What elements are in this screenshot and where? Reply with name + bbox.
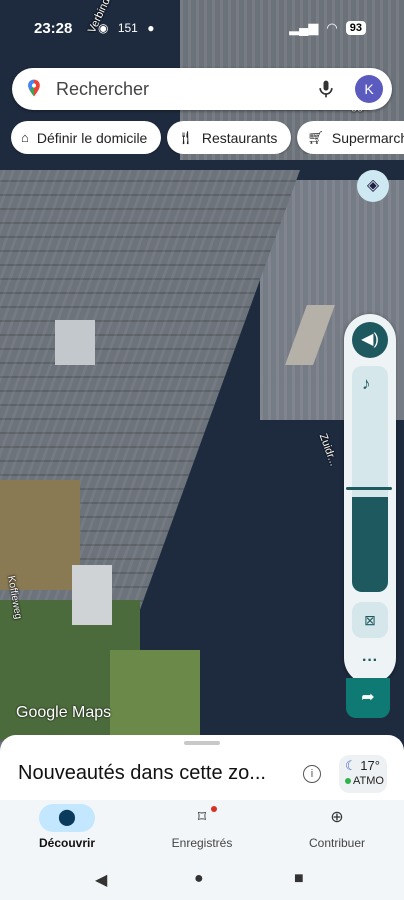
- temperature: 17°: [360, 758, 380, 773]
- category-chips: ⌂ Définir le domicile 🍴︎ Restaurants 🛒︎ …: [11, 121, 404, 154]
- layers-button[interactable]: ◈: [357, 170, 389, 202]
- volume-fill: [352, 497, 388, 592]
- bottom-sheet[interactable]: Nouveautés dans cette zo... i ☾ 17° ATMO: [0, 735, 404, 800]
- home-icon: ⌂: [21, 130, 29, 145]
- google-maps-logo: Google Maps: [16, 704, 112, 721]
- air-quality: ATMO: [345, 775, 384, 787]
- status-bar: 23:28 ◉ 151 ● ▂▄▆ ◠ 93: [0, 0, 404, 56]
- speaker-icon: ◀): [361, 331, 379, 348]
- messenger-icon: ◉: [98, 21, 109, 35]
- volume-slider[interactable]: ♪: [352, 366, 388, 592]
- music-note-icon: ♪: [362, 374, 371, 393]
- media-controls-panel: ◀) ♪ ⊠ ···: [344, 314, 396, 684]
- bookmark-icon: ⌑: [197, 809, 207, 826]
- cart-icon: 🛒︎: [307, 129, 324, 145]
- notification-dot: [211, 806, 217, 812]
- system-navigation-bar: ◀ ● ■: [0, 858, 404, 900]
- microphone-icon[interactable]: [316, 78, 336, 100]
- warehouse: [72, 565, 112, 625]
- google-maps-pin-icon: [28, 79, 40, 97]
- chip-label: Définir le domicile: [36, 129, 148, 146]
- back-icon[interactable]: ◀: [95, 870, 107, 890]
- weather-temp: ☾ 17°: [345, 758, 380, 774]
- map-label: Zuidr...: [316, 432, 340, 468]
- chip-label: Restaurants: [201, 129, 278, 146]
- signal-icon: ▂▄▆: [289, 20, 319, 35]
- nav-label: Découvrir: [38, 836, 96, 850]
- avatar[interactable]: K: [355, 75, 383, 103]
- status-right: ▂▄▆ ◠ 93: [289, 20, 366, 36]
- bottom-navigation: ⬤ Découvrir ⌑ Enregistrés ⊕ Contribuer: [0, 800, 404, 858]
- layers-icon: ◈: [366, 177, 380, 194]
- directions-button[interactable]: ➦: [346, 678, 390, 718]
- nav-label: Contribuer: [308, 836, 366, 850]
- search-bar[interactable]: Rechercher K: [12, 68, 392, 110]
- battery-indicator: 93: [345, 21, 366, 35]
- moon-icon: ☾: [345, 758, 357, 773]
- speaker-button[interactable]: ◀): [352, 322, 388, 358]
- more-options-button[interactable]: ···: [344, 652, 396, 670]
- air-quality-dot: [345, 778, 351, 784]
- recents-icon[interactable]: ■: [294, 870, 304, 888]
- nav-label: Enregistrés: [171, 836, 233, 850]
- chip-set-home[interactable]: ⌂ Définir le domicile: [11, 121, 162, 154]
- wifi-icon: ◠: [326, 20, 338, 35]
- app-icon: ●: [147, 21, 155, 35]
- status-time: 23:28: [34, 20, 73, 37]
- directions-icon: ➦: [361, 689, 375, 706]
- info-icon[interactable]: i: [303, 765, 321, 783]
- sheet-handle[interactable]: [184, 741, 220, 745]
- nav-discover[interactable]: ⬤ Découvrir: [2, 800, 132, 850]
- notification-count: 151: [117, 21, 138, 35]
- restaurant-icon: 🍴︎: [177, 129, 194, 145]
- sheet-title[interactable]: Nouveautés dans cette zo...: [18, 762, 266, 785]
- nav-saved[interactable]: ⌑ Enregistrés: [137, 800, 267, 850]
- search-input[interactable]: Rechercher: [56, 79, 149, 100]
- weather-widget[interactable]: ☾ 17° ATMO: [339, 755, 387, 793]
- chip-label: Supermarchés: [331, 129, 404, 146]
- captions-off-icon: ⊠: [364, 612, 376, 628]
- warehouse: [55, 320, 95, 365]
- plus-circle-icon: ⊕: [330, 809, 344, 826]
- captions-off-button[interactable]: ⊠: [352, 602, 388, 638]
- chip-supermarkets[interactable]: 🛒︎ Supermarchés: [297, 121, 404, 154]
- home-button-icon[interactable]: ●: [194, 870, 204, 888]
- air-quality-label: ATMO: [353, 775, 384, 787]
- nav-contribute[interactable]: ⊕ Contribuer: [272, 800, 402, 850]
- location-pin-icon: ⬤: [39, 804, 95, 832]
- notification-icons: ◉ 151 ●: [82, 21, 154, 35]
- volume-handle[interactable]: [346, 487, 392, 490]
- chip-restaurants[interactable]: 🍴︎ Restaurants: [167, 121, 292, 154]
- field-area: [0, 480, 80, 590]
